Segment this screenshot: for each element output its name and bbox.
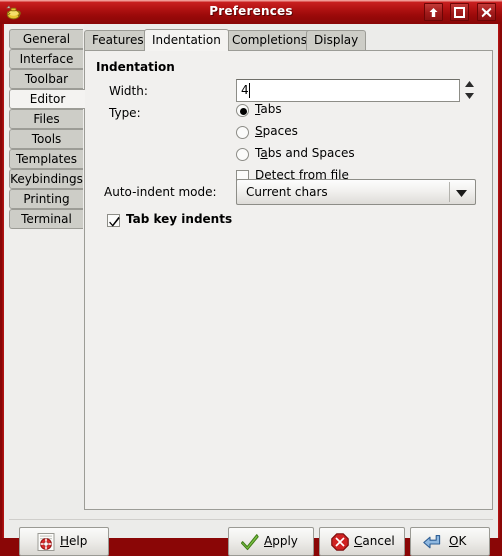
text-caret xyxy=(249,83,250,98)
radio-tabs-label: Tabs xyxy=(255,102,282,116)
auto-indent-value: Current chars xyxy=(246,185,328,199)
page-title: Indentation xyxy=(96,60,175,74)
width-spinner[interactable]: 4 xyxy=(236,79,476,102)
radio-indicator[interactable] xyxy=(236,104,249,117)
arrow-up-icon[interactable] xyxy=(424,3,443,21)
dialog-client-area: General Interface Toolbar Editor Files T… xyxy=(4,24,498,556)
chevron-down-icon[interactable] xyxy=(456,190,467,197)
tab-indentation[interactable]: Indentation xyxy=(144,29,229,51)
spinner-down-icon[interactable] xyxy=(465,93,474,99)
width-value: 4 xyxy=(241,83,249,97)
combo-separator xyxy=(449,182,450,202)
radio-indicator[interactable] xyxy=(236,126,249,139)
help-button-label: Help xyxy=(60,534,88,548)
sidebar-item-keybindings[interactable]: Keybindings xyxy=(9,169,83,189)
footer-separator xyxy=(9,519,493,520)
maximize-icon[interactable] xyxy=(450,3,469,21)
apply-button-label: Apply xyxy=(264,534,298,548)
sidebar-item-toolbar[interactable]: Toolbar xyxy=(9,69,83,89)
window-titlebar[interactable]: Preferences xyxy=(0,0,502,24)
sidebar-item-general[interactable]: General xyxy=(9,29,83,49)
window-border-right xyxy=(498,24,502,542)
spinner-up-icon[interactable] xyxy=(465,81,474,87)
tab-features[interactable]: Features xyxy=(84,30,152,50)
radio-tabs-and-spaces-label: Tabs and Spaces xyxy=(255,146,355,160)
width-input[interactable]: 4 xyxy=(236,79,460,102)
auto-indent-dropdown[interactable]: Current chars xyxy=(236,179,476,205)
auto-indent-label: Auto-indent mode: xyxy=(104,185,217,199)
spinner-buttons[interactable] xyxy=(463,80,476,101)
notebook-tabstrip: Features Indentation Completions Display xyxy=(84,29,493,51)
cancel-button-label: Cancel xyxy=(354,534,395,548)
sidebar-item-templates[interactable]: Templates xyxy=(9,149,83,169)
sidebar-item-printing[interactable]: Printing xyxy=(9,189,83,209)
help-lifebuoy-icon xyxy=(37,533,55,554)
enter-arrow-icon xyxy=(423,533,441,554)
close-icon[interactable] xyxy=(477,3,496,21)
preferences-window: Preferences General Interface Toolbar Ed… xyxy=(0,0,502,556)
width-label: Width: xyxy=(109,84,148,98)
ok-button-label: OK xyxy=(449,534,467,548)
cancel-stop-icon xyxy=(331,533,349,554)
sidebar-item-terminal[interactable]: Terminal xyxy=(9,209,83,229)
tab-key-indents-label: Tab key indents xyxy=(126,212,233,226)
radio-spaces-label: Spaces xyxy=(255,124,298,138)
type-label: Type: xyxy=(109,106,141,120)
sidebar-item-tools[interactable]: Tools xyxy=(9,129,83,149)
check-mark-icon xyxy=(240,533,259,554)
settings-notebook: Features Indentation Completions Display… xyxy=(84,29,493,510)
sidebar: General Interface Toolbar Editor Files T… xyxy=(4,24,85,490)
indentation-page: Indentation Width: 4 Type: Tabs Spaces T… xyxy=(84,50,493,510)
sidebar-item-editor[interactable]: Editor xyxy=(9,89,85,109)
checkbox-indicator[interactable] xyxy=(107,214,120,227)
tab-completions[interactable]: Completions xyxy=(224,30,315,50)
sidebar-item-files[interactable]: Files xyxy=(9,109,83,129)
tab-display[interactable]: Display xyxy=(306,30,367,50)
sidebar-item-interface[interactable]: Interface xyxy=(9,49,83,69)
radio-indicator[interactable] xyxy=(236,148,249,161)
